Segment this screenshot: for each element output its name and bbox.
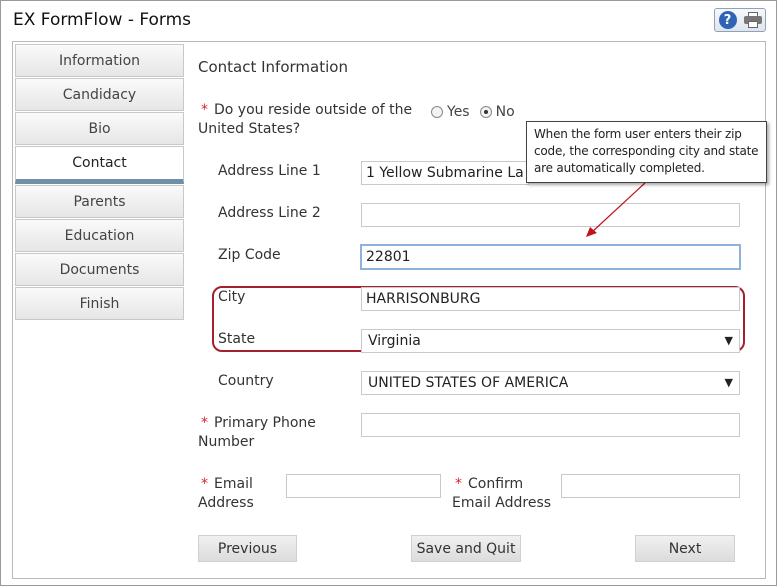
sidebar-item-education[interactable]: Education: [15, 219, 184, 252]
sidebar-item-information[interactable]: Information: [15, 44, 184, 77]
city-field[interactable]: HARRISONBURG: [361, 287, 740, 311]
reside-outside-radio-group: Yes No: [431, 104, 525, 120]
app-title: EX FormFlow - Forms: [13, 10, 192, 30]
header-icon-group: ?: [714, 8, 766, 32]
country-label: Country: [218, 373, 274, 389]
dropdown-arrow-icon: ▼: [724, 376, 733, 389]
sidebar-item-finish[interactable]: Finish: [15, 287, 184, 320]
radio-yes-label: Yes: [447, 104, 470, 120]
title-bar: EX FormFlow - Forms ?: [1, 1, 776, 39]
phone-field[interactable]: [361, 413, 740, 437]
dropdown-arrow-icon: ▼: [724, 334, 733, 347]
help-icon[interactable]: ?: [718, 11, 737, 29]
sidebar: Information Candidacy Bio Contact Parent…: [15, 44, 184, 321]
address2-field[interactable]: [361, 203, 740, 227]
confirm-email-label: * Confirm Email Address: [452, 476, 552, 511]
required-marker: *: [201, 476, 208, 492]
city-label: City: [218, 289, 246, 305]
save-and-quit-button[interactable]: Save and Quit: [411, 535, 521, 562]
confirm-email-field[interactable]: [561, 474, 740, 498]
email-field[interactable]: [286, 474, 441, 498]
state-select[interactable]: Virginia ▼: [361, 329, 740, 353]
state-select-value: Virginia: [368, 333, 421, 349]
required-marker: *: [201, 415, 208, 431]
zip-field[interactable]: 22801: [360, 244, 741, 270]
required-marker: *: [201, 102, 208, 118]
country-select-value: UNITED STATES OF AMERICA: [368, 375, 569, 391]
email-label: * Email Address: [198, 476, 254, 511]
section-title: Contact Information: [198, 58, 348, 76]
phone-label: * Primary Phone Number: [198, 415, 316, 450]
address1-field[interactable]: 1 Yellow Submarine La: [361, 161, 529, 185]
sidebar-item-documents[interactable]: Documents: [15, 253, 184, 286]
state-label: State: [218, 331, 256, 347]
previous-button[interactable]: Previous: [198, 535, 297, 562]
required-marker: *: [455, 476, 462, 492]
sidebar-item-bio[interactable]: Bio: [15, 112, 184, 145]
address1-label: Address Line 1: [218, 163, 321, 179]
country-select[interactable]: UNITED STATES OF AMERICA ▼: [361, 371, 740, 395]
next-button[interactable]: Next: [635, 535, 735, 562]
radio-yes[interactable]: [431, 106, 443, 118]
address2-label: Address Line 2: [218, 205, 321, 221]
callout-arrow-icon: [586, 182, 646, 237]
radio-no[interactable]: [479, 106, 492, 118]
reside-outside-label: * Do you reside outside of the United Sta…: [198, 102, 413, 137]
print-icon[interactable]: [743, 12, 762, 28]
sidebar-item-parents[interactable]: Parents: [15, 185, 184, 218]
annotation-callout: When the form user enters their zip code…: [526, 121, 767, 183]
radio-no-label: No: [495, 104, 515, 120]
zip-label: Zip Code: [218, 247, 281, 263]
sidebar-item-contact[interactable]: Contact: [15, 146, 184, 184]
sidebar-item-candidacy[interactable]: Candidacy: [15, 78, 184, 111]
